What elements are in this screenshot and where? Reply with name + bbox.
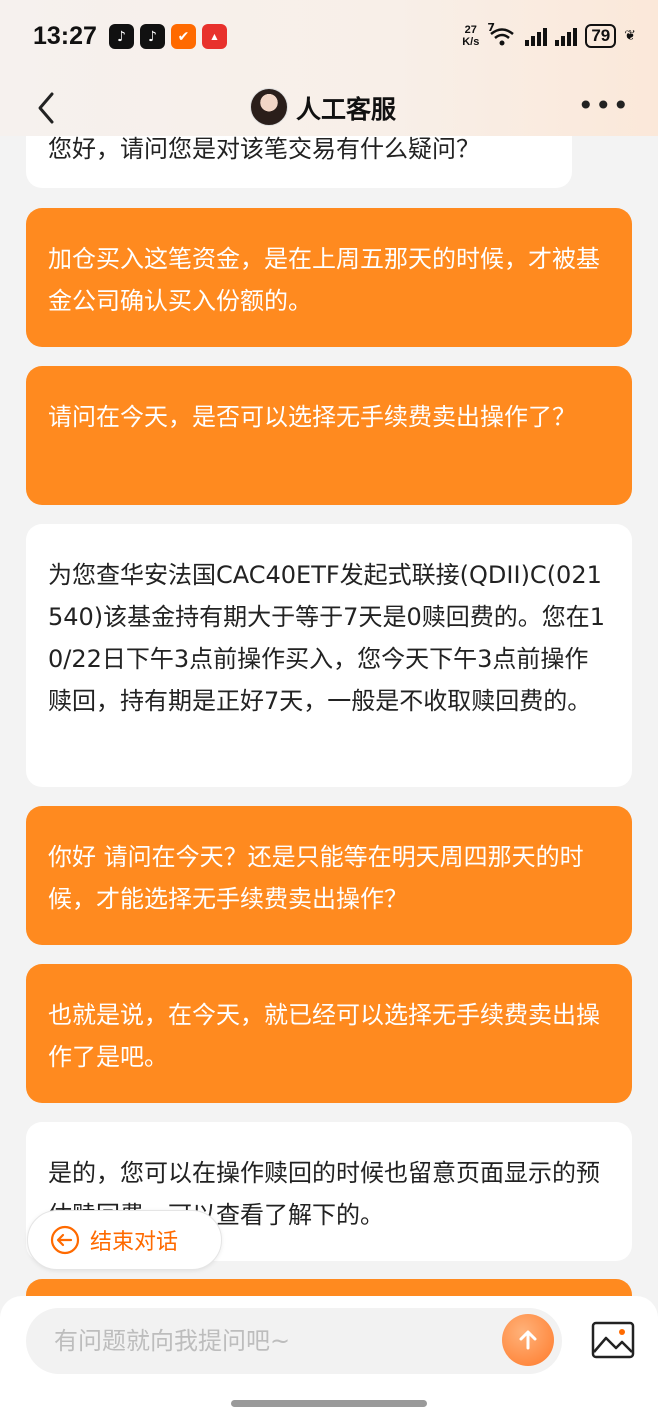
user-message: 加仓买入这笔资金，是在上周五那天的时候，才被基金公司确认买入份额的。	[26, 208, 632, 347]
send-button[interactable]	[502, 1314, 554, 1366]
chat-message-list: 您好，请问您是对该笔交易有什么疑问？ 加仓买入这笔资金，是在上周五那天的时候，才…	[0, 136, 658, 1296]
back-arrow-icon	[38, 92, 54, 124]
agent-message: 您好，请问您是对该笔交易有什么疑问？	[26, 136, 572, 188]
wifi-icon: 7	[487, 21, 517, 47]
finance-app-icon: ▲	[202, 24, 227, 49]
user-message: 你好 请问在今天？还是只能等在明天周四那天的时候，才能选择无手续费卖出操作？	[26, 806, 632, 945]
agent-message: 为您查华安法国CAC40ETF发起式联接(QDII)C(021540)该基金持有…	[26, 524, 632, 787]
status-bar: 13:27 ♪ ♪ ✔ ▲ 27 K/s 7 79 ❦	[0, 0, 658, 80]
user-message: 请问在今天，是否可以选择无手续费卖出操作了？	[26, 366, 632, 505]
user-message	[26, 1279, 632, 1296]
up-arrow-icon	[519, 1330, 537, 1350]
leaf-icon: ❦	[624, 28, 636, 44]
page-title: 人工客服	[296, 95, 397, 124]
chat-header: 人工客服 •••	[0, 80, 658, 136]
network-speed: 27 K/s	[462, 24, 480, 48]
image-upload-button[interactable]	[590, 1320, 636, 1360]
clock: 13:27	[33, 22, 97, 50]
user-message: 也就是说，在今天，就已经可以选择无手续费卖出操作了是吧。	[26, 964, 632, 1103]
back-button[interactable]	[30, 86, 70, 130]
end-chat-button[interactable]: 结束对话	[27, 1210, 222, 1270]
checkmark-app-icon: ✔	[171, 24, 196, 49]
end-chat-label: 结束对话	[90, 1230, 179, 1255]
notification-icons: ♪ ♪ ✔ ▲	[109, 24, 227, 49]
composer-bar: 有问题就向我提问吧~	[0, 1296, 658, 1416]
more-options-button[interactable]: •••	[577, 92, 630, 120]
agent-avatar	[250, 88, 288, 126]
status-indicators: 27 K/s 7 79 ❦	[462, 21, 636, 48]
image-icon	[591, 1321, 635, 1359]
tiktok-icon: ♪	[140, 24, 165, 49]
message-input[interactable]: 有问题就向我提问吧~	[26, 1308, 562, 1374]
home-indicator[interactable]	[231, 1400, 427, 1407]
signal-icon	[525, 26, 548, 46]
battery-indicator: 79	[585, 24, 617, 48]
signal-icon	[555, 26, 578, 46]
tiktok-icon: ♪	[109, 24, 134, 49]
back-circle-icon	[50, 1225, 80, 1255]
